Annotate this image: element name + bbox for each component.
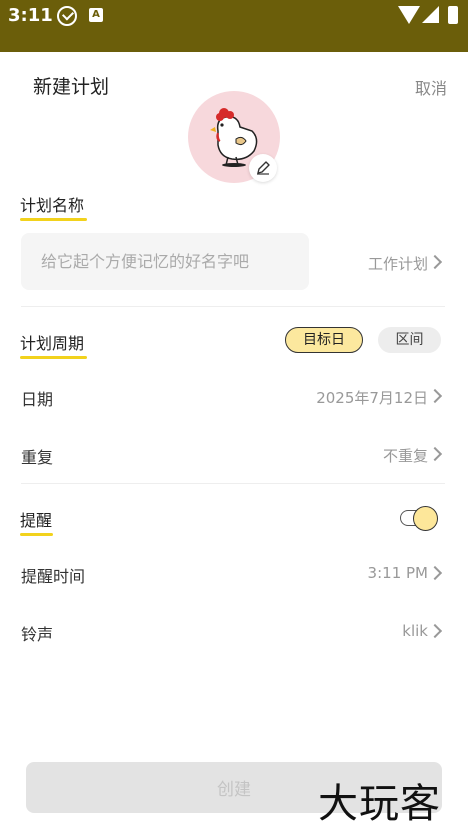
divider (21, 306, 445, 307)
ringtone-label: 铃声 (21, 625, 54, 644)
repeat-value[interactable]: 不重复 (383, 445, 428, 466)
battery-icon (448, 6, 458, 24)
period-option-target-day[interactable]: 目标日 (285, 327, 363, 353)
label-underline (20, 218, 87, 221)
plan-category-value[interactable]: 工作计划 (368, 253, 428, 274)
label-underline (20, 356, 87, 359)
wifi-icon (398, 6, 420, 24)
status-time: 3:11 (8, 5, 53, 26)
check-circle-icon (57, 6, 77, 26)
reminder-label: 提醒 (20, 511, 53, 530)
watermark: 大玩客 (318, 781, 441, 827)
toggle-knob (413, 506, 438, 531)
reminder-time-label: 提醒时间 (21, 567, 86, 586)
plan-period-label: 计划周期 (20, 334, 85, 353)
reminder-section-label: 提醒 (20, 507, 53, 536)
page-title: 新建计划 (33, 76, 110, 98)
pencil-icon (257, 161, 270, 175)
plan-name-section-label: 计划名称 (20, 192, 87, 221)
plan-name-input[interactable] (21, 233, 309, 290)
signal-icon (422, 6, 439, 23)
a-icon: A (89, 8, 103, 22)
ringtone-value[interactable]: klik (402, 622, 428, 640)
plan-period-section-label: 计划周期 (20, 330, 87, 359)
plan-name-label: 计划名称 (20, 196, 85, 215)
edit-avatar-button[interactable] (249, 154, 277, 182)
period-option-range[interactable]: 区间 (378, 327, 441, 353)
reminder-toggle[interactable] (400, 506, 438, 531)
date-value[interactable]: 2025年7月12日 (316, 387, 428, 408)
reminder-time-value[interactable]: 3:11 PM (368, 564, 428, 582)
repeat-label: 重复 (21, 448, 54, 467)
cancel-button[interactable]: 取消 (415, 75, 447, 99)
status-bar: 3:11 A (0, 0, 468, 52)
divider (21, 483, 445, 484)
label-underline (20, 533, 53, 536)
date-label: 日期 (21, 390, 54, 409)
